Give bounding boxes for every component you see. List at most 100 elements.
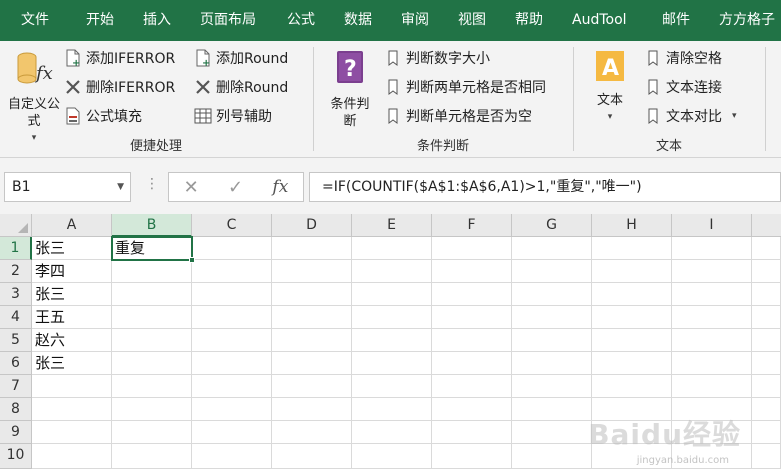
row-header-10[interactable]: 10 (0, 444, 32, 469)
cell-e5[interactable] (352, 329, 432, 352)
add-round-button[interactable]: + 添加Round (194, 47, 288, 69)
cell-i7[interactable] (672, 375, 752, 398)
clear-spaces-button[interactable]: 清除空格 (644, 47, 722, 69)
tab-view[interactable]: 视图 (458, 0, 486, 41)
cell-b6[interactable] (112, 352, 192, 375)
text-button[interactable]: A 文本 ▾ (584, 49, 636, 126)
chevron-down-icon[interactable]: ▾ (732, 111, 737, 121)
cell-d8[interactable] (272, 398, 352, 421)
cell-d10[interactable] (272, 444, 352, 469)
column-header-i[interactable]: I (672, 214, 752, 237)
cell-a6[interactable]: 张三 (32, 352, 112, 375)
cell-a1[interactable]: 张三 (32, 237, 112, 260)
cell-i4[interactable] (672, 306, 752, 329)
cell-d5[interactable] (272, 329, 352, 352)
column-header-b[interactable]: B (112, 214, 192, 237)
cell-f9[interactable] (432, 421, 512, 444)
cell-g9[interactable] (512, 421, 592, 444)
cell-f1[interactable] (432, 237, 512, 260)
cell-d1[interactable] (272, 237, 352, 260)
cell-i6[interactable] (672, 352, 752, 375)
cell-b10[interactable] (112, 444, 192, 469)
cell-e2[interactable] (352, 260, 432, 283)
cell-i1[interactable] (672, 237, 752, 260)
column-header-a[interactable]: A (32, 214, 112, 237)
cell-j6[interactable] (752, 352, 781, 375)
cell-c5[interactable] (192, 329, 272, 352)
formula-fill-button[interactable]: 公式填充 (64, 105, 142, 127)
cell-b7[interactable] (112, 375, 192, 398)
tab-file[interactable]: 文件 (21, 0, 49, 41)
condition-judge-button[interactable]: ? 条件判断 (322, 49, 378, 130)
cell-d3[interactable] (272, 283, 352, 306)
cell-a2[interactable]: 李四 (32, 260, 112, 283)
column-header-partial[interactable] (752, 214, 781, 237)
cell-i5[interactable] (672, 329, 752, 352)
cell-h1[interactable] (592, 237, 672, 260)
formula-input[interactable]: =IF(COUNTIF($A$1:$A$6,A1)>1,"重复","唯一") (309, 172, 781, 202)
cell-j9[interactable] (752, 421, 781, 444)
cell-c1[interactable] (192, 237, 272, 260)
tab-data[interactable]: 数据 (344, 0, 372, 41)
name-box[interactable]: B1 ▼ (4, 172, 131, 202)
cell-d6[interactable] (272, 352, 352, 375)
cell-g6[interactable] (512, 352, 592, 375)
cell-b3[interactable] (112, 283, 192, 306)
cell-b1[interactable]: 重复 (112, 237, 192, 260)
judge-number-button[interactable]: 判断数字大小 (384, 47, 490, 69)
cell-j5[interactable] (752, 329, 781, 352)
row-header-8[interactable]: 8 (0, 398, 32, 421)
cell-c4[interactable] (192, 306, 272, 329)
cell-b8[interactable] (112, 398, 192, 421)
cell-d4[interactable] (272, 306, 352, 329)
add-iferror-button[interactable]: + 添加IFERROR (64, 47, 175, 69)
column-header-c[interactable]: C (192, 214, 272, 237)
row-header-7[interactable]: 7 (0, 375, 32, 398)
column-header-d[interactable]: D (272, 214, 352, 237)
cell-f6[interactable] (432, 352, 512, 375)
cell-a5[interactable]: 赵六 (32, 329, 112, 352)
text-concat-button[interactable]: 文本连接 (644, 76, 722, 98)
cell-a9[interactable] (32, 421, 112, 444)
cell-f7[interactable] (432, 375, 512, 398)
chevron-down-icon[interactable]: ▼ (117, 173, 124, 201)
remove-round-button[interactable]: 删除Round (194, 76, 288, 98)
cell-j3[interactable] (752, 283, 781, 306)
insert-function-icon[interactable]: fx (272, 177, 288, 197)
select-all-corner[interactable] (0, 214, 32, 237)
cell-f3[interactable] (432, 283, 512, 306)
cell-d7[interactable] (272, 375, 352, 398)
cell-d2[interactable] (272, 260, 352, 283)
cell-g4[interactable] (512, 306, 592, 329)
cell-g3[interactable] (512, 283, 592, 306)
cell-g8[interactable] (512, 398, 592, 421)
cell-h2[interactable] (592, 260, 672, 283)
cell-h3[interactable] (592, 283, 672, 306)
cell-g5[interactable] (512, 329, 592, 352)
cell-j1[interactable] (752, 237, 781, 260)
cell-a10[interactable] (32, 444, 112, 469)
tab-help[interactable]: 帮助 (515, 0, 543, 41)
tab-fangfang[interactable]: 方方格子 (719, 0, 775, 41)
row-header-3[interactable]: 3 (0, 283, 32, 306)
cell-i3[interactable] (672, 283, 752, 306)
cell-e6[interactable] (352, 352, 432, 375)
cell-a7[interactable] (32, 375, 112, 398)
cell-j4[interactable] (752, 306, 781, 329)
column-header-h[interactable]: H (592, 214, 672, 237)
tab-page-layout[interactable]: 页面布局 (200, 0, 256, 41)
cell-c3[interactable] (192, 283, 272, 306)
cell-j2[interactable] (752, 260, 781, 283)
tab-mail[interactable]: 邮件 (662, 0, 690, 41)
cell-c6[interactable] (192, 352, 272, 375)
cell-c2[interactable] (192, 260, 272, 283)
row-header-9[interactable]: 9 (0, 421, 32, 444)
cancel-icon[interactable]: ✕ (184, 177, 199, 198)
remove-iferror-button[interactable]: 删除IFERROR (64, 76, 175, 98)
cell-b9[interactable] (112, 421, 192, 444)
cell-e8[interactable] (352, 398, 432, 421)
cell-g7[interactable] (512, 375, 592, 398)
tab-review[interactable]: 审阅 (401, 0, 429, 41)
row-header-5[interactable]: 5 (0, 329, 32, 352)
tab-formulas[interactable]: 公式 (287, 0, 315, 41)
